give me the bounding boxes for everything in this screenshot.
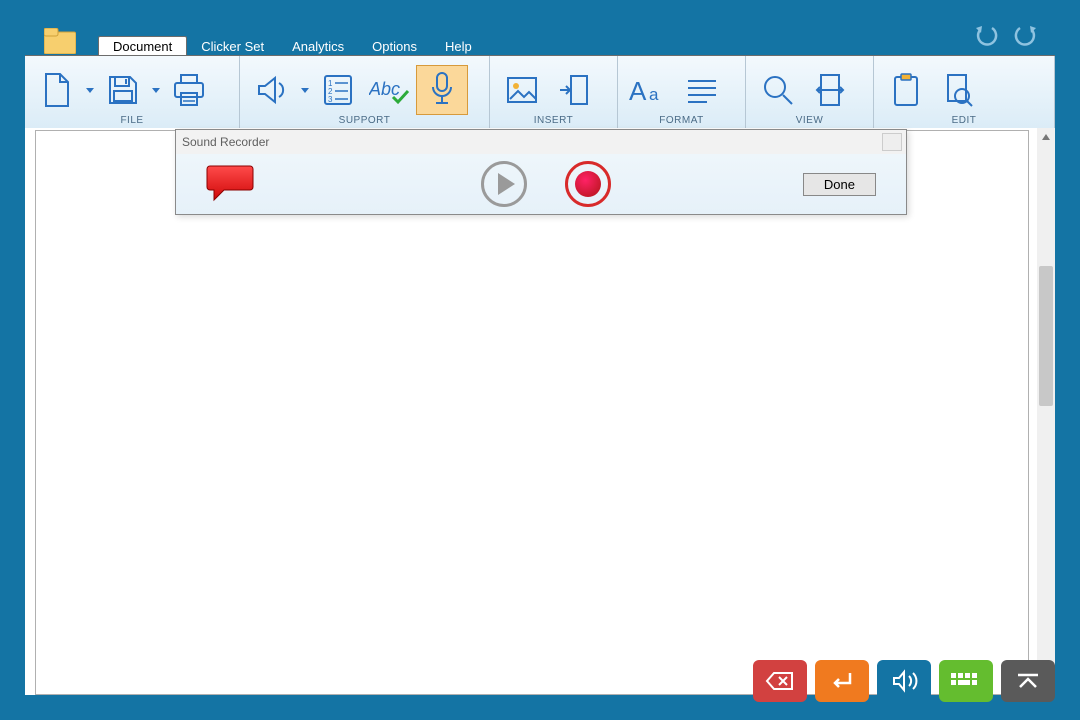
keyboard-button[interactable]: [939, 660, 993, 702]
zoom-button[interactable]: [752, 65, 804, 115]
tab-help[interactable]: Help: [431, 37, 486, 57]
record-button[interactable]: [565, 161, 611, 207]
tab-clicker-set[interactable]: Clicker Set: [187, 37, 278, 57]
explorer-folder-button[interactable]: [44, 28, 76, 54]
group-label-insert: INSERT: [490, 115, 617, 126]
bottom-toolbar: [753, 660, 1055, 702]
dialog-close-button[interactable]: [882, 133, 902, 151]
page-width-button[interactable]: [804, 65, 856, 115]
print-button[interactable]: [163, 65, 215, 115]
scroll-up-arrow[interactable]: [1037, 128, 1055, 146]
group-label-file: FILE: [25, 115, 239, 126]
play-button[interactable]: [481, 161, 527, 207]
spellcheck-button[interactable]: Abc: [364, 65, 416, 115]
group-label-view: VIEW: [746, 115, 873, 126]
predictor-button[interactable]: 123: [312, 65, 364, 115]
enter-button[interactable]: [815, 660, 869, 702]
svg-text:A: A: [629, 76, 647, 106]
speak-dropdown[interactable]: [298, 65, 312, 115]
done-button[interactable]: Done: [803, 173, 876, 196]
tab-analytics[interactable]: Analytics: [278, 37, 358, 57]
speech-bubble-icon: [206, 162, 254, 207]
tab-options[interactable]: Options: [358, 37, 431, 57]
insert-page-button[interactable]: [548, 65, 600, 115]
sound-recorder-dialog: Sound Recorder Done: [175, 129, 907, 215]
group-label-edit: EDIT: [874, 115, 1054, 126]
dialog-title-text: Sound Recorder: [182, 135, 269, 149]
new-document-dropdown[interactable]: [83, 65, 97, 115]
speak-text-button[interactable]: [877, 660, 931, 702]
scroll-thumb[interactable]: [1039, 266, 1053, 406]
speak-button[interactable]: [246, 65, 298, 115]
delete-word-button[interactable]: [753, 660, 807, 702]
group-label-support: SUPPORT: [240, 115, 489, 126]
find-replace-button[interactable]: [932, 65, 984, 115]
save-button[interactable]: [97, 65, 149, 115]
sound-recorder-button[interactable]: [416, 65, 468, 115]
svg-text:a: a: [649, 85, 659, 104]
new-document-button[interactable]: [31, 65, 83, 115]
save-dropdown[interactable]: [149, 65, 163, 115]
vertical-scrollbar[interactable]: [1037, 128, 1055, 695]
record-icon: [575, 171, 601, 197]
play-icon: [498, 173, 515, 195]
paragraph-button[interactable]: [676, 65, 728, 115]
tab-document[interactable]: Document: [98, 36, 187, 57]
collapse-button[interactable]: [1001, 660, 1055, 702]
redo-icon[interactable]: [1012, 24, 1038, 49]
paste-button[interactable]: [880, 65, 932, 115]
group-label-format: FORMAT: [618, 115, 745, 126]
undo-icon[interactable]: [974, 24, 1000, 49]
svg-text:3: 3: [328, 95, 333, 104]
svg-text:Abc: Abc: [369, 79, 400, 99]
ribbon: FILE 123 Abc SUPPORT INSERT Aa: [25, 55, 1055, 128]
insert-picture-button[interactable]: [496, 65, 548, 115]
font-button[interactable]: Aa: [624, 65, 676, 115]
